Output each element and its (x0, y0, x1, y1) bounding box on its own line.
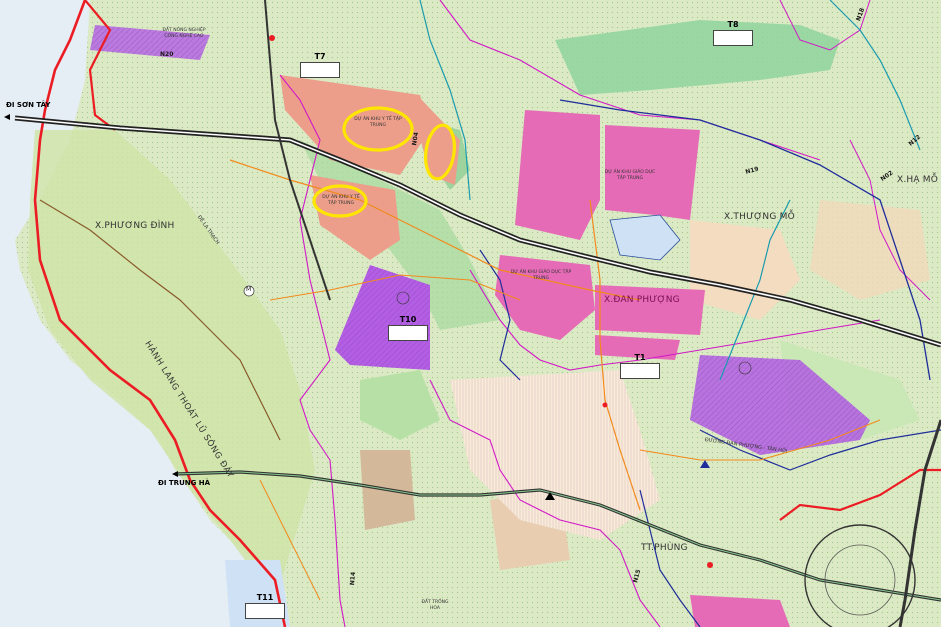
project-giao-duc-1: DỰ ÁN KHU GIÁO DỤC TẬP TRUNG (604, 170, 656, 181)
map-canvas (14, 0, 941, 627)
education-zone-south (690, 595, 790, 627)
land-use-map[interactable]: ĐI SƠN TÂY ĐI TRUNG HÀ X.PHƯƠNG ĐÌNH X.T… (0, 0, 941, 627)
zone-card-t7[interactable]: T7 (300, 52, 340, 78)
commune-ha-mo: X.HẠ MỖ (897, 175, 939, 185)
project-y-te-2: DỰ ÁN KHU Y TẾ TẬP TRUNG (322, 195, 360, 206)
commune-tt-phung: TT.PHÙNG (641, 543, 688, 553)
label-cong-nghe-cao: ĐẤT NÔNG NGHIỆP CÔNG NGHỆ CAO (162, 28, 206, 39)
zone-card-title: T7 (314, 52, 326, 61)
label-trong-hoa: ĐẤT TRỒNG HOA (421, 600, 449, 611)
direction-trung-ha: ĐI TRUNG HÀ (158, 479, 211, 487)
road-n20-label: N20 (160, 51, 174, 58)
marker-m-label: M (246, 286, 252, 293)
project-giao-duc-2: DỰ ÁN KHU GIÁO DỤC TẬP TRUNG (510, 270, 572, 281)
commune-dan-phuong: X.ĐAN PHƯỢNG (604, 295, 680, 305)
poi-hospital (269, 35, 275, 41)
zone-card-t8[interactable]: T8 (713, 20, 753, 46)
education-zone-north (515, 110, 600, 240)
zone-card-title: T10 (399, 315, 417, 324)
poi-2 (707, 562, 713, 568)
commune-phuong-dinh: X.PHƯƠNG ĐÌNH (95, 221, 175, 231)
poi-1 (602, 402, 608, 408)
direction-son-tay: ĐI SƠN TÂY (6, 101, 51, 109)
education-zone-dp (595, 285, 705, 335)
zone-card-title: T1 (634, 353, 646, 362)
zone-card-t10[interactable]: T10 (388, 315, 428, 341)
project-y-te-1: DỰ ÁN KHU Y TẾ TẬP TRUNG (354, 117, 402, 128)
commune-thuong-mo: X.THƯỢNG MỖ (724, 212, 795, 222)
arrow-left-icon (172, 471, 178, 477)
zone-card-t1[interactable]: T1 (620, 353, 660, 379)
arrow-left-icon (4, 114, 10, 120)
zone-card-title: T11 (256, 593, 274, 602)
zone-card-t11[interactable]: T11 (245, 593, 285, 619)
zone-card-title: T8 (727, 20, 739, 29)
road-n14-label: N14 (349, 571, 358, 586)
